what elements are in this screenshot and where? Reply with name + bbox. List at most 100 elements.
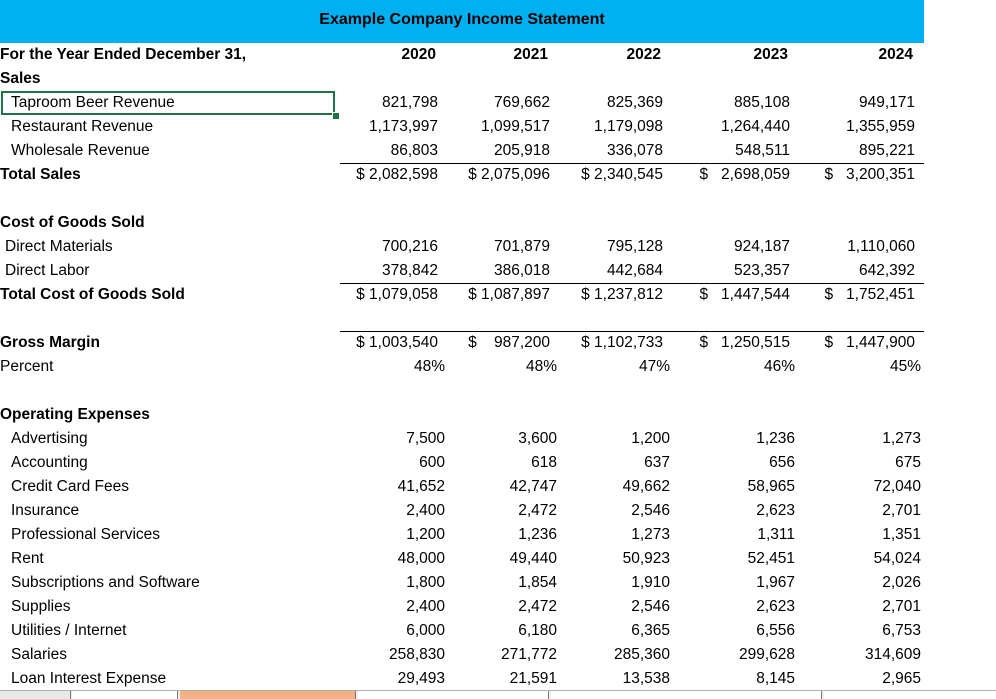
total-sales-label[interactable]: Total Sales xyxy=(0,163,330,187)
value-cell[interactable]: 2,400 xyxy=(340,499,445,523)
value-cell[interactable]: 29,493 xyxy=(340,667,445,691)
value-cell[interactable]: 1,264,440 xyxy=(680,115,790,139)
value-cell[interactable]: $ 2,082,598 xyxy=(340,163,438,187)
value-cell[interactable]: 2,472 xyxy=(452,499,557,523)
section-label-sales[interactable]: Sales xyxy=(0,67,330,91)
value-cell[interactable]: 258,830 xyxy=(340,643,445,667)
value-cell[interactable]: $ 1,087,897 xyxy=(452,283,550,307)
line-item-label[interactable]: Utilities / Internet xyxy=(0,619,341,643)
line-item-label[interactable]: Supplies xyxy=(0,595,341,619)
value-cell[interactable]: 1,200 xyxy=(340,523,445,547)
value-cell[interactable]: 701,879 xyxy=(452,235,550,259)
value-cell[interactable]: 675 xyxy=(805,451,921,475)
gross-margin-label[interactable]: Gross Margin xyxy=(0,331,330,355)
value-cell[interactable]: 700,216 xyxy=(340,235,438,259)
value-cell[interactable]: 895,221 xyxy=(805,139,915,163)
fill-handle[interactable] xyxy=(332,112,340,120)
value-cell[interactable]: 2,701 xyxy=(805,595,921,619)
value-cell[interactable]: 2,623 xyxy=(680,595,795,619)
value-cell[interactable]: 42,747 xyxy=(452,475,557,499)
value-cell[interactable]: 3,600 xyxy=(452,427,557,451)
value-cell[interactable]: $ 1,237,812 xyxy=(565,283,663,307)
value-cell[interactable]: 58,965 xyxy=(680,475,795,499)
value-cell[interactable]: 6,556 xyxy=(680,619,795,643)
year-header[interactable]: 2022 xyxy=(563,43,661,67)
value-cell[interactable]: 2,965 xyxy=(805,667,921,691)
period-label[interactable]: For the Year Ended December 31, xyxy=(0,43,330,67)
value-cell[interactable]: 1,110,060 xyxy=(805,235,915,259)
value-cell[interactable]: 2,472 xyxy=(452,595,557,619)
value-cell[interactable]: 72,040 xyxy=(805,475,921,499)
value-cell[interactable]: 2,546 xyxy=(565,499,670,523)
value-cell[interactable]: 548,511 xyxy=(680,139,790,163)
value-cell[interactable]: 52,451 xyxy=(680,547,795,571)
value-cell[interactable]: 47% xyxy=(565,355,670,379)
value-cell[interactable]: 1,179,098 xyxy=(565,115,663,139)
value-cell[interactable]: $ 2,340,545 xyxy=(565,163,663,187)
statement-title[interactable]: Example Company Income Statement xyxy=(0,0,924,43)
value-cell[interactable]: 314,609 xyxy=(805,643,921,667)
value-cell[interactable]: 2,623 xyxy=(680,499,795,523)
value-cell[interactable]: 1,173,997 xyxy=(340,115,438,139)
value-cell[interactable]: 49,440 xyxy=(452,547,557,571)
line-item-label[interactable]: Accounting xyxy=(0,451,341,475)
value-cell[interactable]: 8,145 xyxy=(680,667,795,691)
value-cell[interactable]: 386,018 xyxy=(452,259,550,283)
value-cell[interactable]: $ 3,200,351 xyxy=(805,163,916,187)
value-cell[interactable]: 41,652 xyxy=(340,475,445,499)
year-header[interactable]: 2024 xyxy=(803,43,913,67)
value-cell[interactable]: 336,078 xyxy=(565,139,663,163)
value-cell[interactable]: $ 1,079,058 xyxy=(340,283,438,307)
section-label-opex[interactable]: Operating Expenses xyxy=(0,403,330,427)
value-cell[interactable]: 299,628 xyxy=(680,643,795,667)
value-cell[interactable]: 54,024 xyxy=(805,547,921,571)
value-cell[interactable]: 769,662 xyxy=(452,91,550,115)
value-cell[interactable]: 2,400 xyxy=(340,595,445,619)
value-cell[interactable]: 2,026 xyxy=(805,571,921,595)
value-cell[interactable]: 1,854 xyxy=(452,571,557,595)
line-item-label[interactable]: Salaries xyxy=(0,643,341,667)
value-cell[interactable]: 600 xyxy=(340,451,445,475)
value-cell[interactable]: 637 xyxy=(565,451,670,475)
value-cell[interactable]: 48,000 xyxy=(340,547,445,571)
value-cell[interactable]: 1,355,959 xyxy=(805,115,915,139)
value-cell[interactable]: 1,200 xyxy=(565,427,670,451)
value-cell[interactable]: 6,365 xyxy=(565,619,670,643)
value-cell[interactable]: 271,772 xyxy=(452,643,557,667)
total-cogs-label[interactable]: Total Cost of Goods Sold xyxy=(0,283,330,307)
value-cell[interactable]: $ 1,752,451 xyxy=(805,283,916,307)
year-header[interactable]: 2020 xyxy=(338,43,436,67)
value-cell[interactable]: 1,273 xyxy=(565,523,670,547)
value-cell[interactable]: $ 1,003,540 xyxy=(340,331,438,355)
value-cell[interactable]: $ 1,102,733 xyxy=(565,331,663,355)
line-item-label[interactable]: Direct Labor xyxy=(0,259,335,283)
value-cell[interactable]: 1,236 xyxy=(452,523,557,547)
value-cell[interactable]: 6,180 xyxy=(452,619,557,643)
value-cell[interactable]: 642,392 xyxy=(805,259,915,283)
line-item-label[interactable]: Wholesale Revenue xyxy=(0,139,341,163)
value-cell[interactable]: $ 1,250,515 xyxy=(680,331,791,355)
value-cell[interactable]: 1,236 xyxy=(680,427,795,451)
value-cell[interactable]: 285,360 xyxy=(565,643,670,667)
section-label-cogs[interactable]: Cost of Goods Sold xyxy=(0,211,330,235)
line-item-label[interactable]: Insurance xyxy=(0,499,341,523)
line-item-label[interactable]: Professional Services xyxy=(0,523,341,547)
value-cell[interactable]: 378,842 xyxy=(340,259,438,283)
value-cell[interactable]: 1,311 xyxy=(680,523,795,547)
value-cell[interactable]: $ 987,200 xyxy=(452,331,550,355)
value-cell[interactable]: $ 2,075,096 xyxy=(452,163,550,187)
value-cell[interactable]: 924,187 xyxy=(680,235,790,259)
value-cell[interactable]: 205,918 xyxy=(452,139,550,163)
value-cell[interactable]: $ 2,698,059 xyxy=(680,163,791,187)
value-cell[interactable]: 48% xyxy=(340,355,445,379)
value-cell[interactable]: 825,369 xyxy=(565,91,663,115)
value-cell[interactable]: 1,351 xyxy=(805,523,921,547)
value-cell[interactable]: $ 1,447,544 xyxy=(680,283,791,307)
percent-label[interactable]: Percent xyxy=(0,355,330,379)
value-cell[interactable]: 795,128 xyxy=(565,235,663,259)
value-cell[interactable]: 86,803 xyxy=(340,139,438,163)
value-cell[interactable]: 523,357 xyxy=(680,259,790,283)
value-cell[interactable]: $ 1,447,900 xyxy=(805,331,916,355)
value-cell[interactable]: 7,500 xyxy=(340,427,445,451)
line-item-label[interactable]: Restaurant Revenue xyxy=(0,115,341,139)
